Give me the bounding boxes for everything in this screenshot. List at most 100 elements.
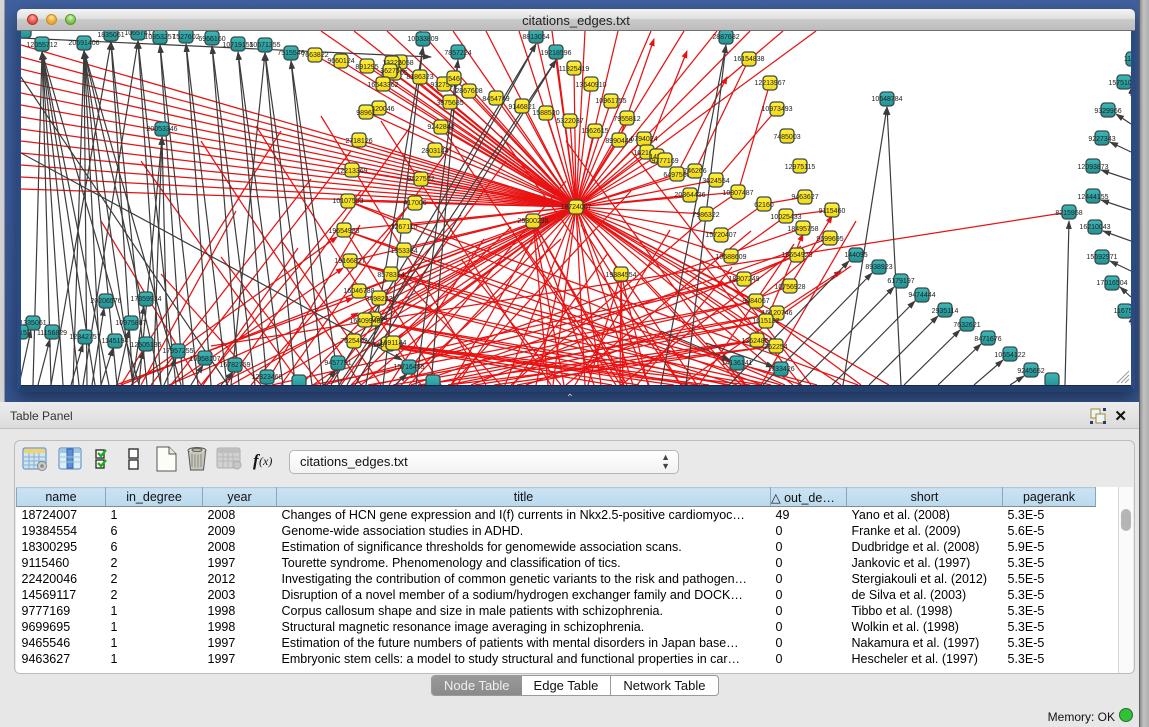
svg-text:5322037: 5322037 (556, 118, 583, 125)
svg-text:10033809: 10033809 (407, 36, 438, 43)
svg-text:9329966: 9329966 (1094, 108, 1121, 115)
svg-text:2867608: 2867608 (455, 88, 482, 95)
svg-text:20206576: 20206576 (90, 298, 121, 305)
svg-text:2803144: 2803144 (421, 148, 448, 155)
svg-text:25300235: 25300235 (517, 218, 548, 225)
svg-text:12055712: 12055712 (26, 42, 57, 49)
svg-text:12342757: 12342757 (69, 334, 100, 341)
svg-text:10961755: 10961755 (595, 98, 626, 105)
svg-text:7663822: 7663822 (301, 52, 328, 59)
svg-text:18807249: 18807249 (728, 276, 759, 283)
svg-text:891295: 891295 (355, 64, 378, 71)
svg-text:9463627: 9463627 (791, 194, 818, 201)
svg-text:17016504: 17016504 (1096, 280, 1127, 287)
svg-text:6794024: 6794024 (630, 136, 657, 143)
svg-text:746266: 746266 (683, 168, 706, 175)
svg-text:9227343: 9227343 (1088, 136, 1115, 143)
svg-text:1733426: 1733426 (767, 366, 794, 373)
svg-text:7625402: 7625402 (340, 338, 367, 345)
svg-text:252254: 252254 (764, 344, 787, 351)
svg-text:12444155: 12444155 (1077, 194, 1108, 201)
svg-text:8578314: 8578314 (377, 272, 404, 279)
svg-text:9699695: 9699695 (816, 236, 843, 243)
svg-text:1353364: 1353364 (390, 248, 417, 255)
svg-text:10025433: 10025433 (770, 214, 801, 221)
svg-text:12213369: 12213369 (336, 168, 367, 175)
svg-text:1835061: 1835061 (97, 32, 124, 39)
svg-text:546: 546 (448, 76, 460, 83)
svg-text:7955812: 7955812 (613, 116, 640, 123)
svg-text:1527602: 1527602 (172, 34, 199, 41)
svg-text:19384554: 19384554 (605, 272, 636, 279)
svg-text:9474444: 9474444 (908, 292, 935, 299)
svg-text:3624554: 3624554 (702, 178, 729, 185)
svg-text:7632621: 7632621 (953, 322, 980, 329)
svg-text:1145194: 1145194 (102, 338, 129, 345)
svg-text:3498222: 3498222 (365, 296, 392, 303)
svg-text:18495758: 18495758 (787, 226, 818, 233)
svg-text:3267110: 3267110 (391, 224, 418, 231)
svg-text:9245652: 9245652 (1017, 368, 1044, 375)
svg-text:19218596: 19218596 (540, 50, 571, 57)
svg-text:10958107: 10958107 (189, 356, 220, 363)
svg-text:17957255: 17957255 (162, 348, 193, 355)
svg-text:2935114: 2935114 (932, 308, 959, 315)
svg-text:7857224: 7857224 (444, 50, 471, 57)
svg-text:10973493: 10973493 (761, 106, 792, 113)
svg-text:8215958: 8215958 (1055, 210, 1082, 217)
svg-text:12323468: 12323468 (251, 374, 282, 381)
svg-text:98961: 98961 (356, 110, 376, 117)
svg-text:16210043: 16210043 (1079, 224, 1110, 231)
svg-text:20691406: 20691406 (68, 40, 99, 47)
svg-text:7485003: 7485003 (773, 134, 800, 141)
svg-text:2887682: 2887682 (712, 34, 739, 41)
svg-text:3875685: 3875685 (436, 100, 463, 107)
svg-text:39151: 39151 (21, 330, 31, 337)
svg-text:16409948: 16409948 (349, 318, 380, 325)
svg-text:10756928: 10756928 (774, 284, 805, 291)
svg-text:12213967: 12213967 (754, 80, 785, 87)
svg-text:10107553: 10107553 (332, 198, 363, 205)
svg-text:10975887: 10975887 (115, 320, 146, 327)
svg-text:14136141: 14136141 (721, 360, 752, 367)
svg-text:6179197: 6179197 (887, 278, 914, 285)
svg-text:18724007: 18724007 (560, 204, 591, 211)
svg-text:15751074: 15751074 (1108, 80, 1131, 87)
svg-text:8471676: 8471676 (974, 336, 1001, 343)
svg-text:16154838: 16154838 (733, 56, 764, 63)
svg-text:10654122: 10654122 (994, 352, 1025, 359)
svg-text:10671355: 10671355 (249, 42, 280, 49)
svg-text:12093873: 12093873 (1077, 164, 1108, 171)
svg-text:62160: 62160 (754, 202, 774, 209)
svg-text:9427552: 9427552 (407, 176, 434, 183)
svg-text:11325419: 11325419 (559, 66, 590, 73)
svg-text:17359934: 17359934 (130, 296, 161, 303)
svg-text:19654923: 19654923 (781, 252, 812, 259)
svg-text:19654983: 19654983 (328, 228, 359, 235)
svg-text:15716485: 15716485 (393, 364, 424, 371)
svg-text:15692971: 15692971 (1086, 254, 1117, 261)
svg-text:12505135: 12505135 (130, 342, 161, 349)
svg-text:9777169: 9777169 (651, 158, 678, 165)
svg-text:9457791: 9457791 (324, 360, 351, 367)
svg-text:8990448: 8990448 (605, 138, 632, 145)
svg-text:9242848: 9242848 (427, 124, 454, 131)
svg-text:11156829: 11156829 (37, 330, 67, 337)
svg-text:12975115: 12975115 (785, 164, 816, 171)
svg-text:2718126: 2718126 (345, 138, 372, 145)
svg-text:(x): (x) (259, 454, 272, 468)
svg-text:116753: 116753 (1114, 308, 1131, 315)
svg-text:16782759: 16782759 (219, 362, 250, 369)
svg-text:1691144: 1691144 (380, 340, 407, 347)
svg-text:9084067: 9084067 (742, 298, 769, 305)
svg-text:8813054: 8813054 (522, 34, 549, 41)
svg-text:20364436: 20364436 (674, 192, 705, 199)
svg-text:13640910: 13640910 (575, 82, 606, 89)
svg-text:16046788: 16046788 (343, 288, 374, 295)
svg-text:144095: 144095 (844, 252, 867, 259)
svg-text:1588520: 1588520 (532, 110, 559, 117)
svg-text:20053346: 20053346 (146, 126, 177, 133)
svg-text:15720407: 15720407 (705, 232, 736, 239)
svg-text:11122: 11122 (1124, 56, 1131, 63)
svg-text:9660124: 9660124 (327, 58, 354, 65)
